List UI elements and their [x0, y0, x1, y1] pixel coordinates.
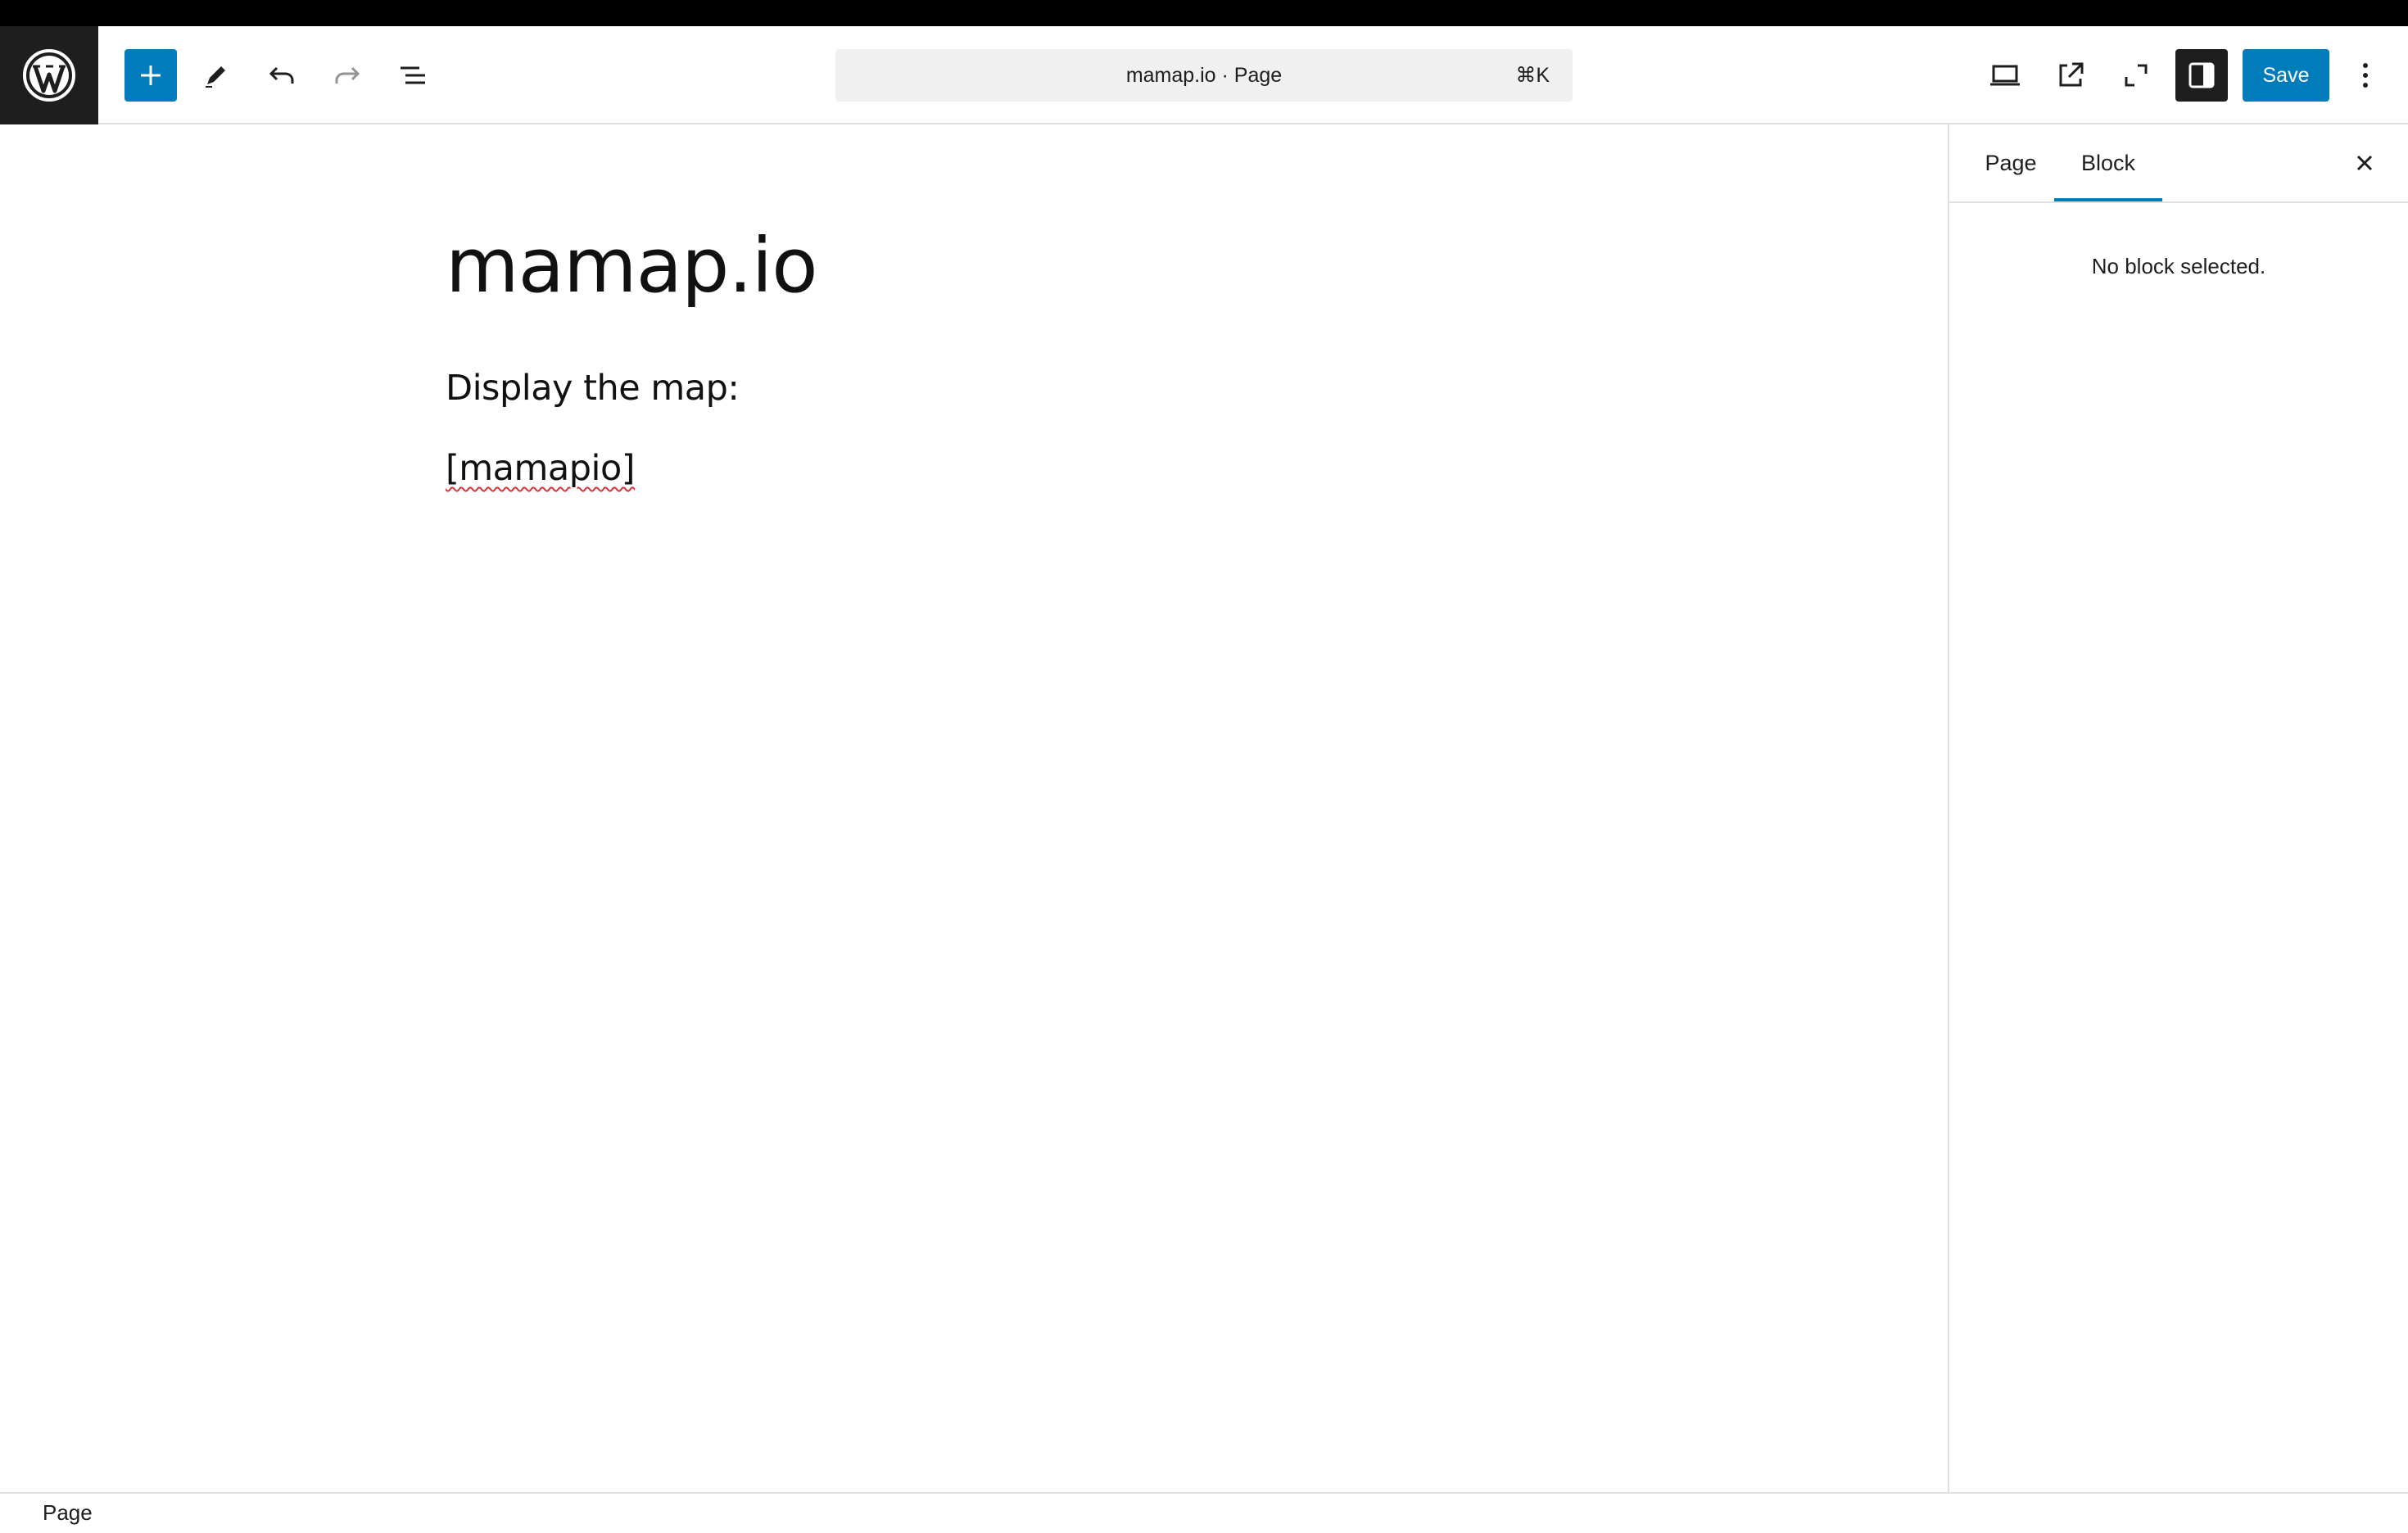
command-palette-bar[interactable]: mamap.io · Page ⌘K	[835, 49, 1573, 102]
external-link-icon	[2059, 62, 2084, 87]
editor-header: mamap.io · Page ⌘K Save	[0, 26, 2408, 124]
document-overview-button[interactable]	[387, 49, 439, 102]
sidebar-tabs: Page Block	[1949, 124, 2408, 203]
page-title[interactable]: mamap.io	[446, 221, 817, 311]
pencil-icon	[206, 66, 225, 88]
settings-sidebar-toggle[interactable]	[2175, 49, 2228, 102]
tab-page[interactable]: Page	[1969, 124, 2053, 201]
wordpress-logo-button[interactable]	[0, 26, 98, 124]
editor-canvas[interactable]: mamap.io Display the map: [mamapio]	[0, 124, 1948, 1492]
close-sidebar-button[interactable]	[2341, 139, 2388, 187]
command-shortcut: ⌘K	[1515, 64, 1550, 87]
redo-button[interactable]	[321, 49, 373, 102]
paragraph-block[interactable]: Display the map:	[446, 365, 740, 411]
tab-block[interactable]: Block	[2054, 124, 2162, 201]
settings-sidebar: Page Block No block selected.	[1948, 124, 2408, 1492]
fullscreen-button[interactable]	[2110, 49, 2162, 102]
undo-icon	[269, 66, 294, 84]
sidebar-icon	[2188, 62, 2215, 88]
options-button[interactable]	[2342, 49, 2388, 102]
list-view-icon	[401, 66, 425, 84]
plus-icon	[141, 66, 161, 85]
block-breadcrumb-bar: Page	[0, 1492, 2408, 1533]
redo-icon	[335, 66, 360, 84]
system-top-bar	[0, 0, 2408, 26]
desktop-icon	[1990, 65, 2020, 86]
undo-button[interactable]	[256, 49, 308, 102]
document-title: mamap.io · Page	[1125, 63, 1283, 87]
save-button[interactable]: Save	[2243, 49, 2329, 102]
close-icon	[2356, 155, 2373, 171]
wordpress-logo-icon	[23, 49, 75, 102]
add-block-button[interactable]	[124, 49, 177, 102]
breadcrumb-page[interactable]: Page	[43, 1500, 93, 1526]
no-block-selected-message: No block selected.	[2091, 254, 2266, 278]
shortcode-text: [mamapio]	[446, 448, 636, 489]
device-preview-button[interactable]	[1979, 49, 2031, 102]
fullscreen-icon	[2125, 64, 2148, 87]
tools-button[interactable]	[190, 49, 242, 102]
more-vertical-icon	[2363, 63, 2368, 88]
view-page-button[interactable]	[2044, 49, 2097, 102]
shortcode-paragraph-block[interactable]: [mamapio]	[446, 445, 636, 491]
